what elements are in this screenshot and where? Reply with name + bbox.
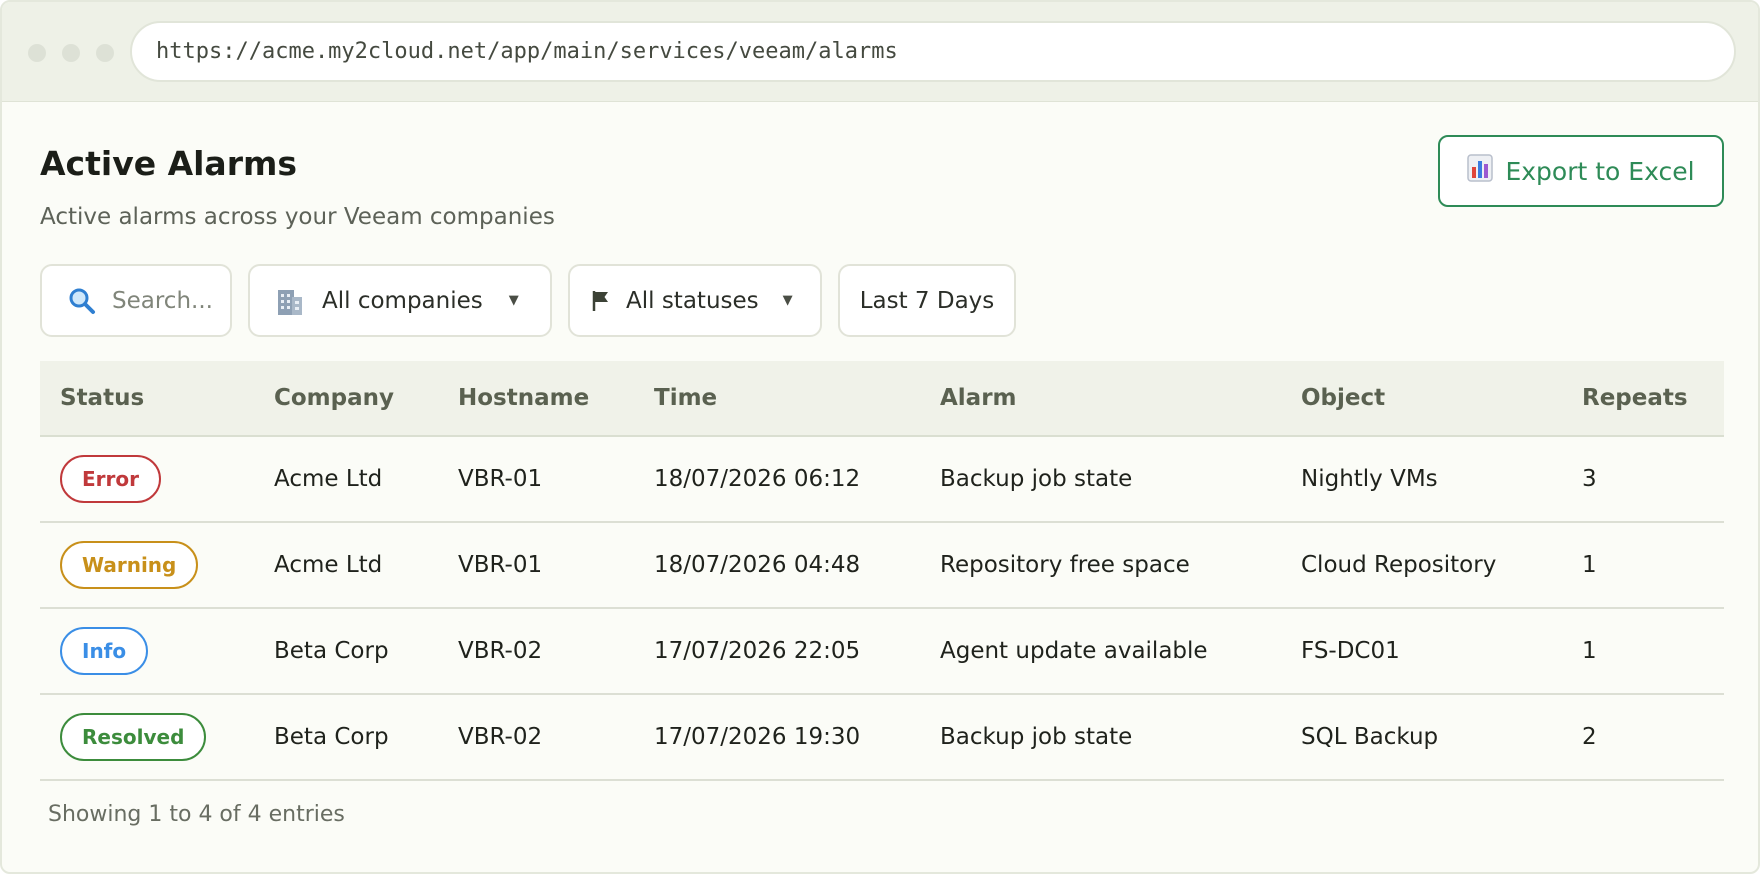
search-input[interactable]: Search... <box>112 288 213 314</box>
column-header-status[interactable]: Status <box>60 361 144 435</box>
hostname-cell: VBR-02 <box>458 638 543 664</box>
search-box[interactable]: Search... <box>40 264 232 337</box>
column-header-hostname[interactable]: Hostname <box>458 361 589 435</box>
hostname-cell: VBR-01 <box>458 552 543 578</box>
window-close-dot[interactable] <box>28 44 46 62</box>
company-filter-dropdown[interactable]: All companies ▼ <box>248 264 552 337</box>
browser-window: https://acme.my2cloud.net/app/main/servi… <box>0 0 1760 874</box>
time-cell: 18/07/2026 04:48 <box>654 552 861 578</box>
browser-titlebar: https://acme.my2cloud.net/app/main/servi… <box>2 2 1758 102</box>
status-filter-dropdown[interactable]: All statuses ▼ <box>568 264 822 337</box>
company-cell: Acme Ltd <box>274 466 383 492</box>
chevron-down-icon: ▼ <box>508 293 519 308</box>
company-cell: Beta Corp <box>274 724 389 750</box>
date-range-button[interactable]: Last 7 Days <box>838 264 1016 337</box>
export-to-excel-button[interactable]: Export to Excel <box>1438 135 1724 207</box>
window-minimize-dot[interactable] <box>62 44 80 62</box>
column-header-company[interactable]: Company <box>274 361 394 435</box>
company-cell: Beta Corp <box>274 638 389 664</box>
hostname-cell: VBR-02 <box>458 724 543 750</box>
repeats-cell: 1 <box>1582 552 1597 578</box>
repeats-cell: 3 <box>1582 466 1597 492</box>
repeats-cell: 2 <box>1582 724 1597 750</box>
table-row[interactable]: Info Beta Corp VBR-02 17/07/2026 22:05 A… <box>40 609 1724 695</box>
date-range-value: Last 7 Days <box>859 287 995 314</box>
status-badge: Warning <box>60 541 199 589</box>
page-title: Active Alarms <box>40 144 297 183</box>
alarm-cell: Backup job state <box>940 466 1133 492</box>
company-cell: Acme Ltd <box>274 552 383 578</box>
time-cell: 17/07/2026 19:30 <box>654 724 861 750</box>
page-subtitle: Active alarms across your Veeam companie… <box>40 204 555 230</box>
building-icon <box>276 286 304 316</box>
table-header-row: Status Company Hostname Time Alarm Objec… <box>40 361 1724 437</box>
status-badge: Info <box>60 627 149 675</box>
repeats-cell: 1 <box>1582 638 1597 664</box>
address-bar[interactable]: https://acme.my2cloud.net/app/main/servi… <box>130 21 1736 82</box>
search-icon <box>68 287 96 315</box>
bar-chart-icon <box>1467 154 1494 188</box>
table-row[interactable]: Error Acme Ltd VBR-01 18/07/2026 06:12 B… <box>40 437 1724 523</box>
alarm-cell: Repository free space <box>940 552 1190 578</box>
column-header-repeats[interactable]: Repeats <box>1582 361 1688 435</box>
column-header-alarm[interactable]: Alarm <box>940 361 1017 435</box>
flag-icon <box>592 290 610 312</box>
object-cell: Nightly VMs <box>1301 466 1438 492</box>
object-cell: SQL Backup <box>1301 724 1439 750</box>
alarm-cell: Agent update available <box>940 638 1208 664</box>
alarms-table: Status Company Hostname Time Alarm Objec… <box>40 361 1724 781</box>
status-badge: Error <box>60 455 161 503</box>
object-cell: Cloud Repository <box>1301 552 1497 578</box>
column-header-time[interactable]: Time <box>654 361 717 435</box>
window-maximize-dot[interactable] <box>96 44 114 62</box>
entries-summary: Showing 1 to 4 of 4 entries <box>48 802 345 827</box>
object-cell: FS-DC01 <box>1301 638 1400 664</box>
table-row[interactable]: Resolved Beta Corp VBR-02 17/07/2026 19:… <box>40 695 1724 781</box>
status-filter-value: All statuses <box>626 287 759 314</box>
column-header-object[interactable]: Object <box>1301 361 1385 435</box>
hostname-cell: VBR-01 <box>458 466 543 492</box>
chevron-down-icon: ▼ <box>782 293 793 308</box>
page-content: Active Alarms Active alarms across your … <box>2 102 1758 872</box>
time-cell: 18/07/2026 06:12 <box>654 466 861 492</box>
table-row[interactable]: Warning Acme Ltd VBR-01 18/07/2026 04:48… <box>40 523 1724 609</box>
company-filter-value: All companies <box>322 287 483 314</box>
time-cell: 17/07/2026 22:05 <box>654 638 861 664</box>
status-badge: Resolved <box>60 713 207 761</box>
export-button-label: Export to Excel <box>1505 156 1695 186</box>
alarm-cell: Backup job state <box>940 724 1133 750</box>
